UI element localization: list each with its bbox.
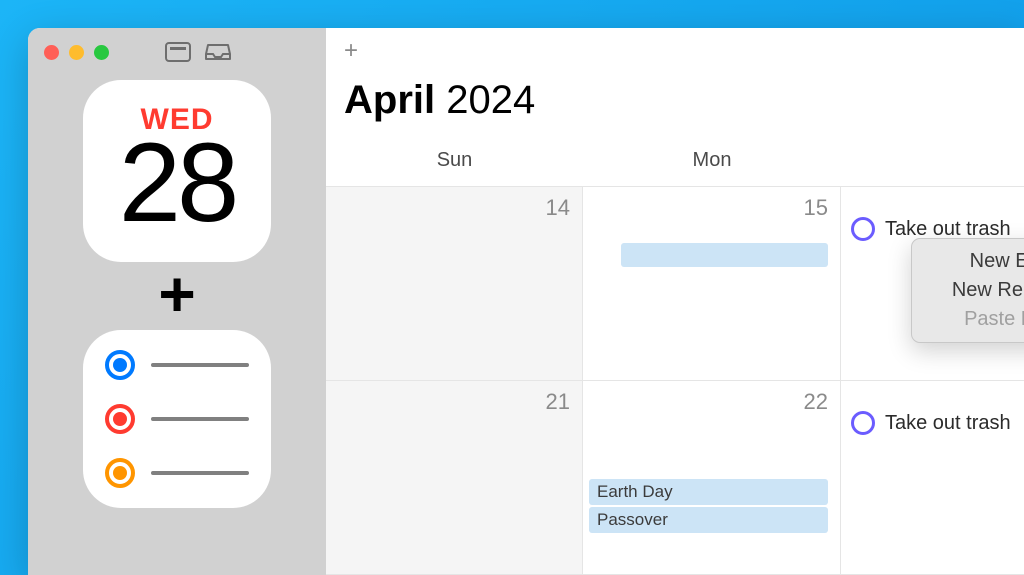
month-year: 2024	[446, 78, 535, 122]
events-container	[583, 221, 828, 267]
reminder-line-icon	[151, 417, 249, 421]
context-menu-item-new-event[interactable]: New Event	[912, 247, 1024, 276]
fullscreen-window-button[interactable]	[94, 45, 109, 60]
week-row: 21 22 Earth Day Passover Take out trash	[326, 381, 1024, 575]
day-header-mon: Mon	[583, 141, 841, 186]
day-number: 15	[583, 195, 828, 221]
event-bar[interactable]: Earth Day	[589, 479, 828, 505]
day-cell[interactable]: Take out trash	[841, 381, 1024, 574]
plus-joiner-icon: +	[158, 266, 195, 324]
reminder-row	[105, 404, 249, 434]
day-number: 14	[326, 195, 570, 221]
add-event-button[interactable]: +	[344, 37, 358, 65]
calendar-day-number: 28	[119, 127, 236, 239]
main-toolbar: +	[326, 28, 1024, 74]
reminders-app-icon	[83, 330, 271, 508]
month-header: April 2024	[326, 74, 1024, 141]
close-window-button[interactable]	[44, 45, 59, 60]
sidebar: WED 28 +	[28, 28, 326, 575]
day-number: 22	[583, 389, 828, 415]
day-headers-row: Sun Mon	[326, 141, 1024, 187]
titlebar	[28, 42, 326, 80]
month-title: April 2024	[344, 78, 1006, 123]
circle-filled-blue-icon	[105, 350, 135, 380]
month-name: April	[344, 78, 435, 122]
reminder-text: Take out trash	[885, 412, 1011, 435]
context-menu-item-paste-event: Paste Event	[912, 305, 1024, 334]
day-number: 21	[326, 389, 570, 415]
context-menu-item-new-reminder[interactable]: New Reminder	[912, 276, 1024, 305]
event-bar[interactable]	[621, 243, 828, 267]
day-cell[interactable]: 21	[326, 381, 583, 574]
minimize-window-button[interactable]	[69, 45, 84, 60]
calendar-main: + April 2024 Sun Mon 14 15	[326, 28, 1024, 575]
day-cell[interactable]: 14	[326, 187, 583, 380]
reminder-line-icon	[151, 363, 249, 367]
day-cell[interactable]: 22 Earth Day Passover	[583, 381, 841, 574]
reminder-row	[105, 458, 249, 488]
titlebar-view-icons	[165, 42, 231, 62]
day-header-sun: Sun	[326, 141, 583, 186]
traffic-lights	[44, 45, 109, 60]
day-header-tue	[841, 141, 1024, 186]
circle-filled-red-icon	[105, 404, 135, 434]
inbox-icon[interactable]	[205, 42, 231, 62]
reminder-item[interactable]: Take out trash	[841, 409, 1012, 435]
day-cell[interactable]: 15	[583, 187, 841, 380]
circle-filled-orange-icon	[105, 458, 135, 488]
calendar-view-icon[interactable]	[165, 42, 191, 62]
reminder-circle-icon[interactable]	[851, 411, 875, 435]
reminder-row	[105, 350, 249, 380]
calendar-app-icon: WED 28	[83, 80, 271, 262]
context-menu: New Event New Reminder Paste Event	[911, 238, 1024, 343]
events-container: Earth Day Passover	[583, 479, 828, 533]
reminder-circle-icon[interactable]	[851, 217, 875, 241]
reminder-line-icon	[151, 471, 249, 475]
app-window: WED 28 + + April 2024	[28, 28, 1024, 575]
event-bar[interactable]: Passover	[589, 507, 828, 533]
